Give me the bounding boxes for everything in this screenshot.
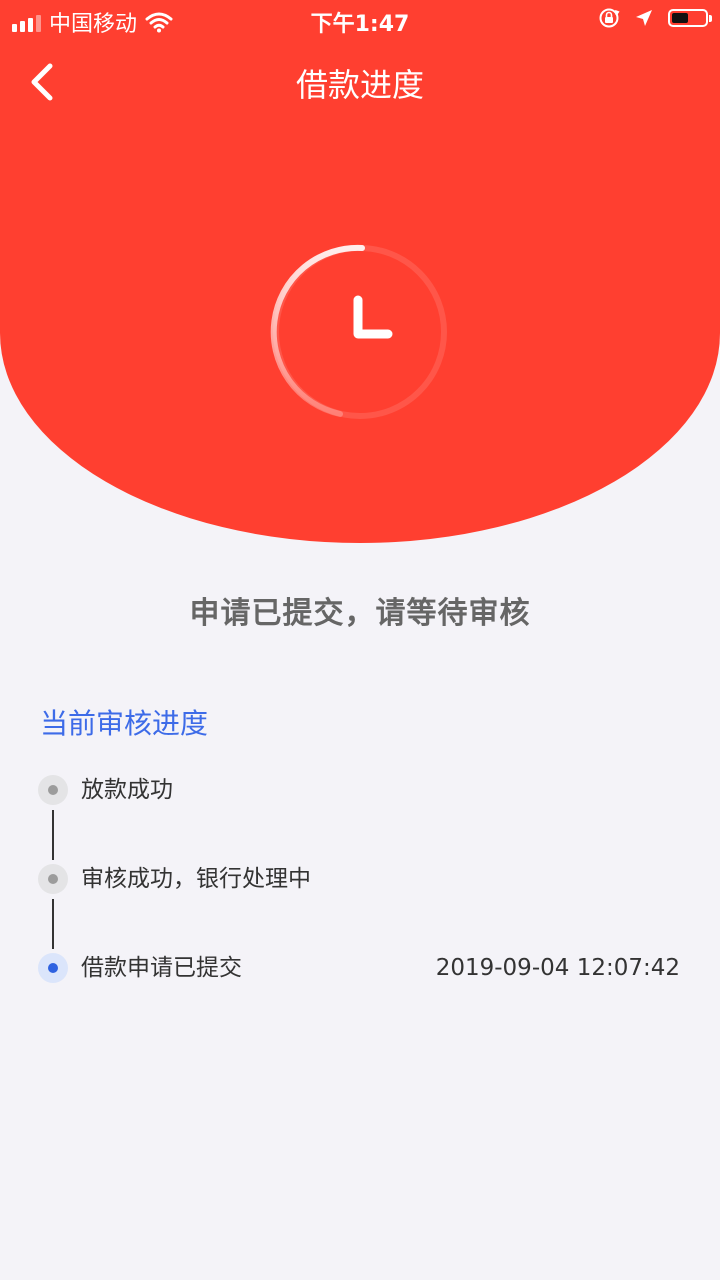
step-connector	[52, 899, 54, 949]
step-label: 审核成功，银行处理中	[81, 866, 311, 892]
step-connector	[52, 810, 54, 860]
step-time: 2019-09-04 12:07:42	[435, 955, 680, 981]
step-dot	[38, 864, 68, 894]
nav-bar: 借款进度	[0, 52, 720, 112]
progress-section-title: 当前审核进度	[40, 707, 209, 740]
battery-icon	[668, 9, 712, 27]
progress-step-disbursed: 放款成功	[38, 775, 684, 807]
progress-step-submitted: 借款申请已提交 2019-09-04 12:07:42	[38, 953, 684, 985]
rotation-lock-icon	[599, 8, 620, 28]
progress-step-approved: 审核成功，银行处理中	[38, 864, 684, 896]
step-label: 借款申请已提交	[81, 955, 242, 981]
clock-icon	[270, 242, 450, 422]
status-message: 申请已提交，请等待审核	[189, 596, 531, 631]
status-bar-right	[598, 7, 712, 29]
step-label: 放款成功	[81, 777, 173, 803]
step-dot	[38, 775, 68, 805]
step-dot-current	[38, 953, 68, 983]
page-title: 借款进度	[295, 66, 424, 104]
location-arrow-icon	[636, 10, 652, 26]
status-bar: 中国移动 下午1:47	[0, 0, 720, 40]
